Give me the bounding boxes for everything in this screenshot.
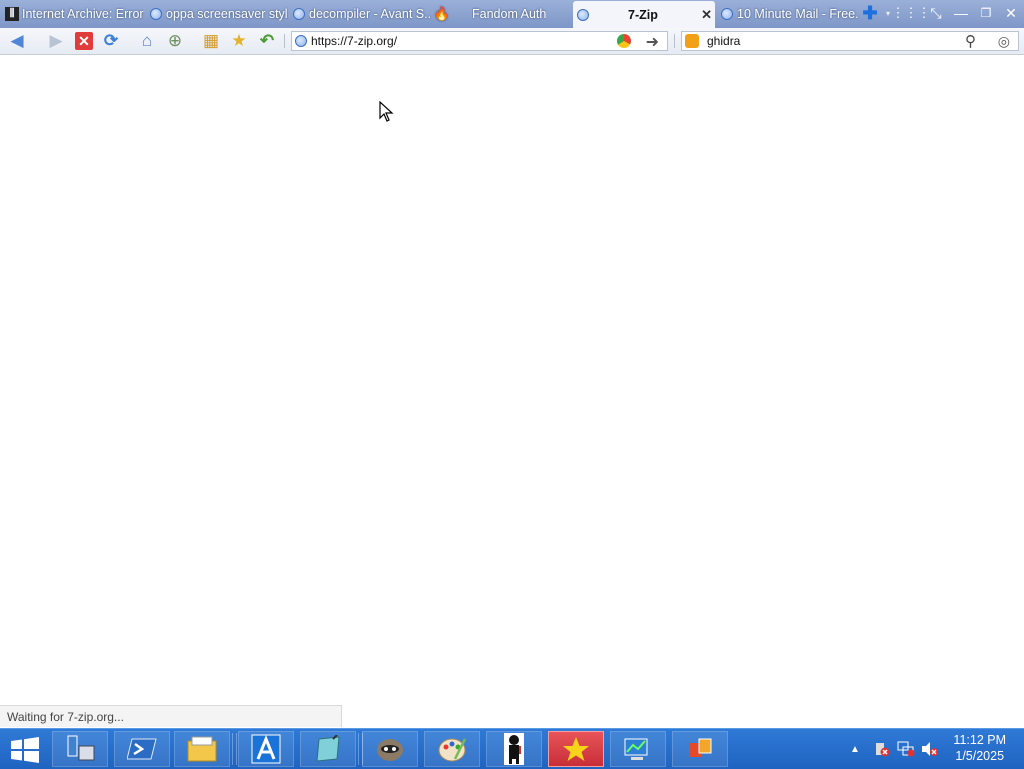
tab-label: 10 Minute Mail - Free... — [737, 7, 859, 21]
bookmarks-manager-icon[interactable]: ▦ — [200, 30, 222, 52]
toolbar-separator — [284, 34, 285, 48]
refresh-button[interactable]: ⟳ — [100, 30, 122, 52]
navigation-toolbar: ◀ ▶ ✕ ⟳ ⌂ ⊕ ▦ ★ ↶ ➜ ⚲ ◎ — [0, 28, 1024, 55]
globe-icon — [720, 7, 734, 21]
paint-icon[interactable] — [424, 731, 480, 767]
feed-icon[interactable]: ⊕ — [164, 30, 186, 52]
mouse-cursor-icon — [379, 101, 394, 122]
home-icon[interactable]: ⌂ — [136, 30, 158, 52]
tab-label: Fandom Auth — [472, 7, 547, 21]
go-arrow-icon[interactable]: ➜ — [646, 32, 659, 52]
tab-internet-archive[interactable]: ⫼ Internet Archive: Error — [2, 2, 144, 26]
volume-muted-icon[interactable] — [921, 729, 939, 769]
tab-oppa-screensaver[interactable]: oppa screensaver styl... — [146, 2, 288, 26]
stop-button[interactable]: ✕ — [73, 30, 95, 52]
back-button[interactable]: ◀ — [6, 30, 28, 52]
server-manager-icon[interactable] — [52, 731, 108, 767]
search-input[interactable] — [707, 33, 947, 49]
search-icon[interactable]: ⚲ — [965, 32, 976, 50]
office-icon[interactable] — [672, 731, 728, 767]
new-tab-button[interactable]: ✚ — [860, 3, 880, 23]
site-globe-icon — [295, 35, 307, 47]
browser-engine-icon[interactable] — [617, 34, 631, 48]
minimize-button[interactable]: — — [951, 4, 971, 22]
clock-date: 1/5/2025 — [955, 749, 1005, 763]
taskbar: ▲ 11:12 PM 1/5/2025 — [0, 728, 1024, 769]
tab-label: Internet Archive: Error — [22, 7, 144, 21]
show-hidden-icons-icon[interactable]: ▲ — [850, 729, 860, 769]
start-windows-icon[interactable] — [10, 737, 40, 763]
tab-label: decompiler - Avant S... — [309, 7, 431, 21]
tab-decompiler[interactable]: decompiler - Avant S... — [289, 2, 431, 26]
file-explorer-icon[interactable] — [174, 731, 230, 767]
star-app-icon[interactable] — [548, 731, 604, 767]
search-settings-icon[interactable]: ◎ — [998, 33, 1010, 50]
app-a-icon[interactable] — [238, 731, 294, 767]
status-bar: Waiting for 7-zip.org... — [0, 705, 342, 727]
tab-fandom-auth[interactable]: 🔥 Fandom Auth — [432, 2, 572, 26]
toolbar-separator — [674, 34, 675, 48]
action-center-icon[interactable] — [874, 729, 890, 769]
network-monitor-icon[interactable] — [610, 731, 666, 767]
address-bar[interactable]: ➜ — [291, 31, 668, 51]
close-window-button[interactable]: ✕ — [1001, 4, 1021, 22]
tab-label: oppa screensaver styl... — [166, 7, 288, 21]
page-content[interactable] — [0, 55, 1024, 705]
tab-10-minute-mail[interactable]: 10 Minute Mail - Free... — [717, 2, 859, 26]
flame-icon: 🔥 — [433, 6, 451, 21]
forward-button[interactable]: ▶ — [45, 30, 67, 52]
url-input[interactable] — [311, 33, 611, 49]
powershell-icon[interactable] — [114, 731, 170, 767]
internet-archive-icon: ⫼ — [5, 7, 19, 21]
network-icon[interactable] — [897, 729, 915, 769]
close-tab-icon[interactable]: ✕ — [701, 7, 712, 23]
notepad-pen-icon[interactable] — [300, 731, 356, 767]
figure-icon[interactable] — [486, 731, 542, 767]
grid-menu-icon[interactable]: ⋮⋮⋮ — [892, 4, 931, 22]
clock-time: 11:12 PM — [953, 733, 1006, 747]
globe-icon — [149, 7, 163, 21]
tab-strip: ⫼ Internet Archive: Error oppa screensav… — [0, 0, 1024, 28]
taskbar-separator — [232, 733, 237, 765]
globe-icon — [576, 8, 590, 22]
maximize-button[interactable]: ❐ — [976, 4, 996, 22]
tab-label: 7-Zip — [628, 7, 658, 22]
favorite-star-icon[interactable]: ★ — [228, 30, 250, 52]
tab-7-zip[interactable]: 7-Zip ✕ — [573, 1, 715, 28]
globe-icon — [292, 7, 306, 21]
raccoon-icon[interactable] — [362, 731, 418, 767]
restore-arrow-icon[interactable]: ⤡ — [926, 4, 946, 22]
undo-close-icon[interactable]: ↶ — [256, 30, 278, 52]
system-clock[interactable]: 11:12 PM 1/5/2025 — [953, 732, 1006, 764]
search-engine-icon[interactable] — [685, 34, 699, 48]
search-bar[interactable]: ⚲ ◎ — [681, 31, 1019, 51]
